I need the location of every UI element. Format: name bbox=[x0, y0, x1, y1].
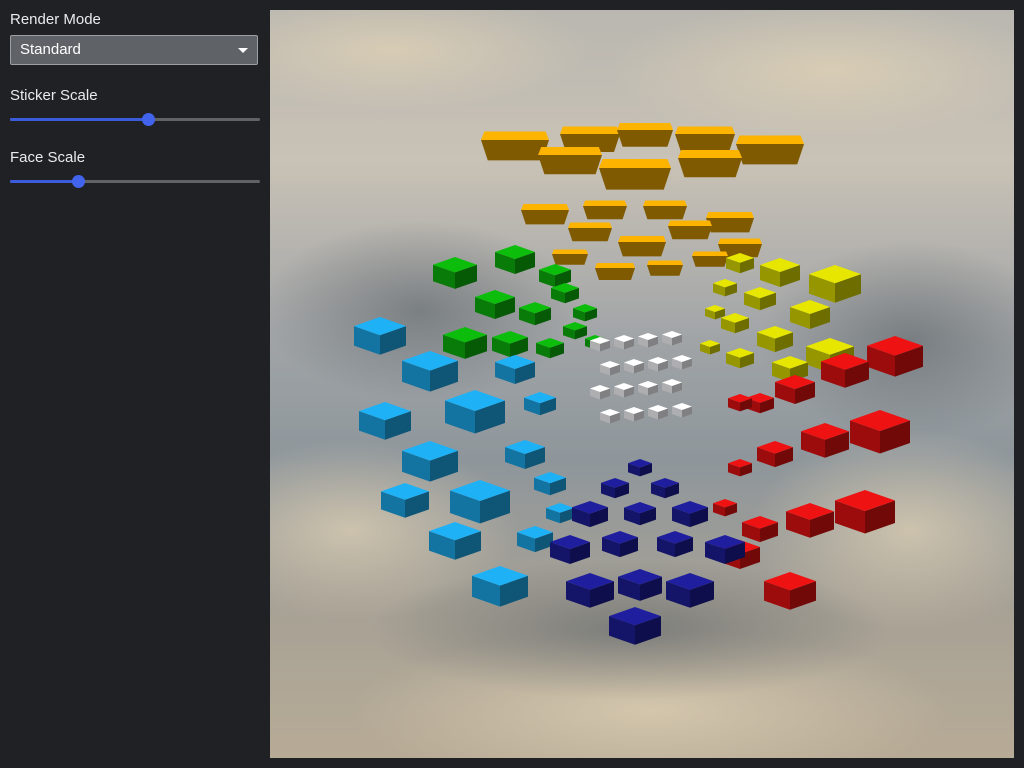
sticker-cube-center bbox=[672, 355, 692, 370]
sticker-cube-top bbox=[552, 249, 588, 265]
sticker-cube-right-upper bbox=[705, 305, 725, 320]
sticker-scale-slider[interactable] bbox=[10, 113, 260, 127]
sticker-cube-top bbox=[675, 126, 735, 152]
face-scale-slider[interactable] bbox=[10, 175, 260, 189]
sticker-cube-top bbox=[617, 123, 673, 147]
sticker-cube-right-upper bbox=[726, 348, 754, 369]
sticker-cube-center bbox=[662, 379, 682, 394]
sticker-cube-center bbox=[614, 335, 634, 350]
puzzle-render bbox=[270, 10, 1014, 758]
render-mode-select[interactable]: Standard bbox=[10, 35, 258, 65]
sticker-cube-bottom bbox=[651, 478, 679, 499]
sticker-cube-bottom bbox=[624, 502, 656, 526]
sticker-scale-label: Sticker Scale bbox=[10, 87, 98, 104]
sticker-cube-bottom bbox=[628, 459, 652, 477]
chevron-down-icon bbox=[238, 48, 248, 53]
sticker-cube-top bbox=[647, 260, 683, 276]
sticker-cube-center bbox=[624, 407, 644, 422]
sticker-cube-center bbox=[614, 383, 634, 398]
sticker-cube-top bbox=[599, 159, 671, 190]
sticker-cube-right-lower bbox=[757, 441, 793, 468]
sticker-cube-bottom bbox=[672, 501, 708, 528]
sticker-cube-top bbox=[521, 204, 569, 225]
sticker-cube-center bbox=[590, 385, 610, 400]
sticker-cube-bottom bbox=[657, 531, 693, 558]
sticker-cube-left-lower bbox=[359, 402, 411, 440]
sticker-cube-top bbox=[692, 251, 728, 267]
sticker-cube-right-lower bbox=[728, 459, 752, 477]
sticker-cube-top bbox=[595, 263, 635, 280]
sticker-cube-top bbox=[618, 236, 666, 257]
sticker-cube-center bbox=[600, 409, 620, 424]
3d-viewport-canvas[interactable] bbox=[270, 10, 1014, 758]
slider-fill bbox=[10, 118, 148, 121]
slider-thumb[interactable] bbox=[72, 175, 85, 188]
render-mode-value: Standard bbox=[20, 41, 81, 58]
sticker-cube-bottom bbox=[572, 501, 608, 528]
sticker-cube-bottom bbox=[601, 478, 629, 499]
sticker-cube-top bbox=[568, 222, 612, 242]
sticker-cube-top bbox=[736, 135, 804, 165]
sticker-cube-bottom bbox=[550, 535, 590, 564]
sticker-cube-top bbox=[643, 200, 687, 220]
sticker-cube-center bbox=[600, 361, 620, 376]
sticker-cube-center bbox=[662, 331, 682, 346]
slider-fill bbox=[10, 180, 78, 183]
sticker-cube-center bbox=[648, 357, 668, 372]
face-scale-label: Face Scale bbox=[10, 149, 86, 166]
sticker-cube-left-lower bbox=[505, 440, 545, 469]
sticker-cube-center bbox=[648, 405, 668, 420]
sticker-cube-top bbox=[668, 220, 712, 240]
sticker-cube-right-upper bbox=[713, 279, 737, 297]
render-mode-label: Render Mode bbox=[10, 11, 101, 28]
sticker-cube-right-upper bbox=[700, 340, 720, 355]
sticker-cube-top bbox=[706, 212, 754, 233]
sticker-cube-left-lower bbox=[517, 526, 553, 553]
sticker-cube-right-lower bbox=[713, 499, 737, 517]
sticker-cube-center bbox=[624, 359, 644, 374]
sticker-cube-right-upper bbox=[721, 313, 749, 334]
sticker-cube-left-lower bbox=[534, 472, 566, 496]
sticker-cube-top bbox=[583, 200, 627, 220]
sticker-cube-left-lower bbox=[546, 503, 574, 524]
sticker-cube-center bbox=[672, 403, 692, 418]
sticker-cube-center bbox=[638, 333, 658, 348]
sticker-cube-left-lower bbox=[524, 392, 556, 416]
sticker-cube-center bbox=[638, 381, 658, 396]
sticker-cube-top bbox=[538, 147, 602, 175]
slider-thumb[interactable] bbox=[142, 113, 155, 126]
control-panel: Render Mode Standard Sticker Scale Face … bbox=[0, 0, 270, 768]
sticker-cube-bottom bbox=[602, 531, 638, 558]
sticker-cube-top bbox=[678, 150, 742, 178]
